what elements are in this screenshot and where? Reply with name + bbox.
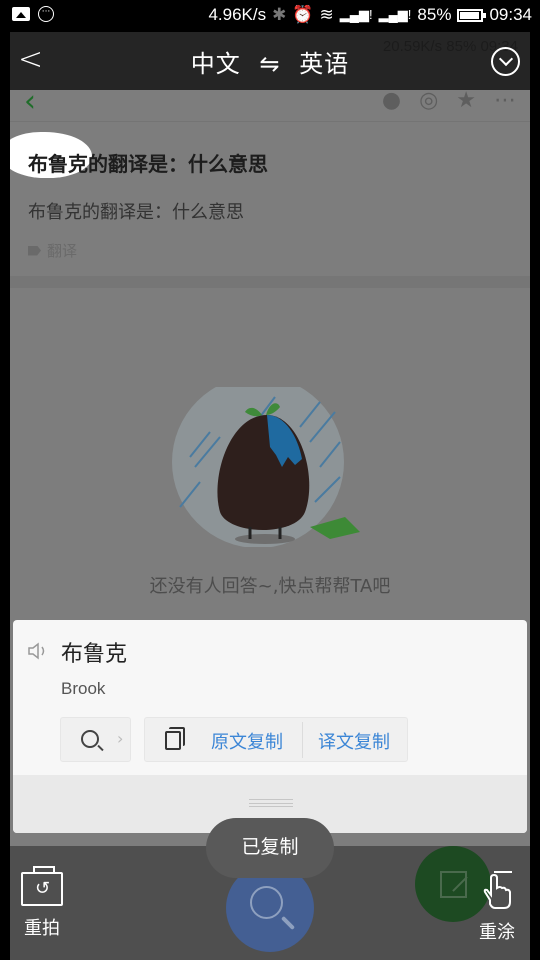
divider <box>302 722 303 758</box>
drag-handle-icon[interactable] <box>249 799 293 807</box>
empty-state-illustration <box>172 387 360 547</box>
retake-button[interactable]: ↺ 重拍 <box>20 866 64 940</box>
wechat-share-icon[interactable]: ● <box>382 88 401 113</box>
more-icon[interactable]: ⋯ <box>494 88 516 113</box>
copied-toast: 已复制 <box>206 818 334 878</box>
divider <box>10 276 530 288</box>
translation-top-bar: < 中文 ⇋ 英语 <box>10 32 530 90</box>
wifi-icon: ≋ <box>319 5 334 24</box>
search-icon <box>250 886 283 919</box>
hand-pointer-icon <box>483 871 512 909</box>
redraw-button[interactable]: 重涂 <box>472 870 522 944</box>
swap-languages-icon[interactable]: ⇋ <box>259 50 280 78</box>
bluetooth-icon: ✱ <box>272 5 287 24</box>
translated-text: Brook <box>61 679 106 698</box>
signal-2-icon: ▂▄▆! <box>378 7 412 22</box>
target-language[interactable]: 英语 <box>299 50 349 78</box>
translation-card: 布鲁克 Brook › 原文复制 译文复制 <box>13 620 527 833</box>
star-icon[interactable]: ★ <box>456 88 476 113</box>
dictionary-search-button[interactable]: › <box>60 717 131 762</box>
alarm-icon: ⏰ <box>292 5 314 24</box>
shadow <box>235 534 295 544</box>
battery-percent: 85% <box>417 5 452 24</box>
question-nav-bar: ‹ ● ◎ ★ ⋯ <box>10 84 530 122</box>
network-speed: 4.96K/s <box>208 5 267 24</box>
dropdown-menu-button[interactable] <box>491 47 520 76</box>
source-text: 布鲁克 <box>61 642 128 667</box>
tag-icon <box>28 245 41 256</box>
copy-translation-button[interactable]: 译文复制 <box>318 728 390 754</box>
edit-icon <box>440 871 467 898</box>
question-tag[interactable]: 翻译 <box>28 240 77 261</box>
copy-button-group: 原文复制 译文复制 <box>144 717 408 762</box>
language-switcher[interactable]: 中文 ⇋ 英语 <box>10 44 530 79</box>
question-body: 布鲁克的翻译是：什么意思 <box>28 202 244 223</box>
status-bar: ··· 4.96K/s ✱ ⏰ ≋ ▂▄▆! ▂▄▆! 85% 09:34 <box>0 0 540 32</box>
battery-icon <box>457 8 487 22</box>
clock: 09:34 <box>489 5 532 24</box>
image-notification-icon <box>12 7 30 21</box>
camera-retake-icon: ↺ <box>21 866 63 906</box>
more-circle-icon: ··· <box>38 6 54 22</box>
copy-icon <box>165 727 185 750</box>
moments-share-icon[interactable]: ◎ <box>419 88 438 113</box>
copy-source-button[interactable]: 原文复制 <box>211 728 283 754</box>
signal-icon: ▂▄▆! <box>339 7 373 22</box>
chevron-right-icon: › <box>117 729 124 748</box>
search-icon <box>81 730 99 748</box>
question-title: 布鲁克的翻译是：什么意思 <box>28 152 268 176</box>
empty-answers-message: 还没有人回答~,快点帮帮TA吧 <box>149 576 391 597</box>
speaker-icon[interactable] <box>27 642 49 660</box>
source-language[interactable]: 中文 <box>191 50 241 78</box>
